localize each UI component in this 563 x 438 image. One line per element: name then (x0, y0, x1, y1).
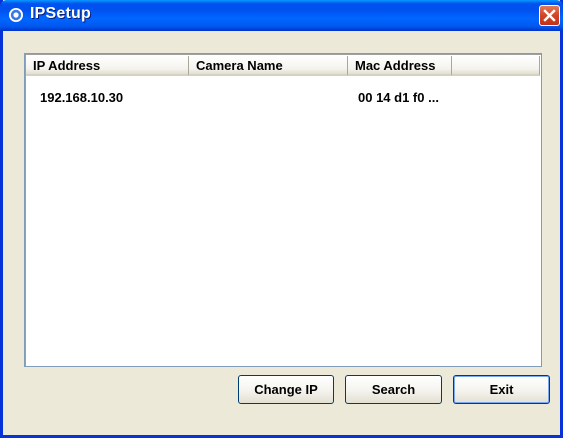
exit-button[interactable]: Exit (453, 375, 550, 404)
list-header: IP Address Camera Name Mac Address (26, 56, 540, 76)
column-header-ip-address[interactable]: IP Address (26, 56, 189, 76)
column-header-mac-address[interactable]: Mac Address (348, 56, 452, 76)
camera-list[interactable]: IP Address Camera Name Mac Address 192.1… (24, 53, 542, 367)
close-icon (543, 9, 556, 22)
cell-mac-address: 00 14 d1 f0 ... (358, 90, 439, 105)
change-ip-button[interactable]: Change IP (238, 375, 334, 404)
window-title: IPSetup (30, 5, 91, 22)
search-button[interactable]: Search (345, 375, 442, 404)
app-icon (9, 8, 23, 22)
column-header-empty[interactable] (452, 56, 540, 76)
title-bar[interactable]: IPSetup (0, 0, 563, 31)
table-row[interactable]: 192.168.10.30 00 14 d1 f0 ... (26, 90, 540, 108)
list-rows: 192.168.10.30 00 14 d1 f0 ... (26, 90, 540, 108)
column-header-camera-name[interactable]: Camera Name (189, 56, 348, 76)
close-button[interactable] (539, 5, 560, 26)
cell-ip-address: 192.168.10.30 (40, 90, 124, 105)
ipsetup-window: IPSetup IP Address Camera Name Mac Addre… (0, 0, 563, 438)
